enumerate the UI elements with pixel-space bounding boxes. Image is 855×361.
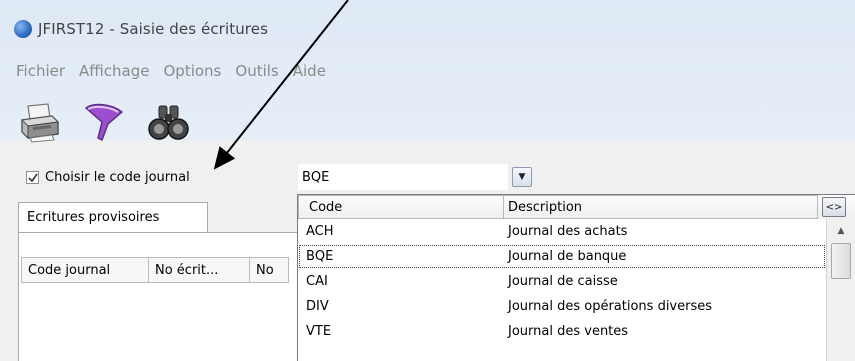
list-item[interactable]: DIV Journal des opérations diverses [298, 294, 826, 319]
list-item-code: ACH [306, 224, 334, 239]
list-item-selected[interactable]: BQE Journal de banque [298, 244, 826, 269]
list-item-code: CAI [306, 274, 328, 289]
list-item-description: Journal des ventes [508, 324, 629, 339]
scrollbar-thumb[interactable] [831, 243, 851, 279]
title-bar: JFIRST12 - Saisie des écritures [0, 12, 855, 46]
list-item-description: Journal des opérations diverses [508, 299, 713, 314]
choose-journal-checkbox[interactable] [26, 171, 39, 184]
journal-combo-button[interactable]: ▼ [512, 167, 532, 187]
scroll-up-arrow-icon[interactable]: ▲ [832, 223, 850, 239]
menu-outils[interactable]: Outils [235, 62, 278, 80]
list-item-description: Journal de caisse [508, 274, 618, 289]
list-item[interactable]: CAI Journal de caisse [298, 269, 826, 294]
menu-affichage[interactable]: Affichage [79, 62, 149, 80]
funnel-filter-icon [84, 103, 124, 141]
tab-ecritures-provisoires[interactable]: Ecritures provisoires [18, 202, 208, 232]
choose-journal-option[interactable]: Choisir le code journal [26, 170, 190, 185]
dropdown-rows: ACH Journal des achats BQE Journal de ba… [298, 219, 826, 344]
list-item-code: VTE [306, 324, 332, 339]
menu-aide[interactable]: Aide [293, 62, 326, 80]
menu-options[interactable]: Options [164, 62, 222, 80]
toolbar [18, 96, 318, 148]
window-title: JFIRST12 - Saisie des écritures [38, 20, 268, 38]
main-content: Choisir le code journal BQE ▼ Ecritures … [0, 150, 855, 361]
list-item-code: DIV [306, 299, 329, 314]
filter-button[interactable] [82, 100, 126, 144]
chevron-down-icon: ▼ [518, 172, 526, 182]
list-item-description: Journal de banque [508, 249, 627, 264]
grid-header: Code journal No écrit... No [21, 257, 289, 283]
list-item-description: Journal des achats [508, 224, 628, 239]
dropdown-header-description[interactable]: Description [504, 195, 818, 219]
dropdown-scrollbar[interactable]: ▲ [826, 219, 855, 361]
binoculars-icon [148, 105, 189, 140]
list-item-code: BQE [306, 249, 334, 264]
column-toggle-button[interactable]: <> [822, 197, 846, 217]
column-no-ecriture[interactable]: No écrit... [148, 257, 250, 283]
search-button[interactable] [146, 100, 190, 144]
app-window: JFIRST12 - Saisie des écritures Fichier … [0, 0, 855, 361]
dropdown-header-code[interactable]: Code [298, 195, 504, 219]
column-no[interactable]: No [249, 257, 289, 283]
choose-journal-label: Choisir le code journal [45, 170, 190, 185]
dropdown-header: Code Description <> [298, 195, 855, 219]
list-item[interactable]: VTE Journal des ventes [298, 319, 826, 344]
journal-combo-value[interactable]: BQE [298, 164, 508, 190]
menu-bar: Fichier Affichage Options Outils Aide [0, 56, 855, 86]
menu-fichier[interactable]: Fichier [16, 62, 65, 80]
list-item[interactable]: ACH Journal des achats [298, 219, 826, 244]
print-button[interactable] [18, 100, 62, 144]
journal-dropdown-list: Code Description <> ACH Journal des acha… [297, 194, 855, 361]
checkmark-icon [27, 173, 38, 182]
app-logo-icon [14, 20, 32, 38]
tab-panel: Code journal No écrit... No [18, 232, 318, 361]
printer-icon [20, 103, 60, 143]
column-code-journal[interactable]: Code journal [21, 257, 149, 283]
